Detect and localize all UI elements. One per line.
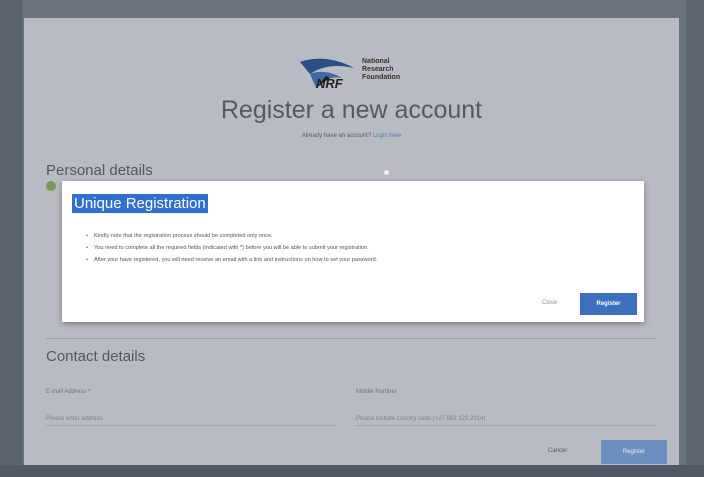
personal-details-heading: Personal details [46,162,153,179]
email-label: E-mail Address * [46,389,91,395]
mobile-label: Mobile Number [356,389,397,395]
unique-registration-modal: Unique Registration Kindly note that the… [62,181,644,322]
step-indicator [46,181,56,191]
login-link[interactable]: Login here [373,133,401,139]
mobile-field[interactable]: Please include country code (+27 882 123… [356,416,485,422]
list-item: After your have registered, you will nee… [86,254,377,266]
logo-name: National Research Foundation [362,58,401,81]
email-field[interactable]: Please enter address [46,416,103,422]
list-item: You need to complete all the required fi… [86,242,377,254]
modal-register-button[interactable]: Register [580,293,637,315]
contact-details-heading: Contact details [46,348,146,365]
modal-instructions: Kindly note that the registration proces… [86,230,377,266]
photo-edge-bottom [0,465,704,477]
modal-title: Unique Registration [72,194,208,213]
mobile-field-underline [356,425,656,426]
loading-dot [384,170,389,175]
nrf-logo: NRF National Research Foundation [296,54,426,98]
logo-abbreviation: NRF [316,76,343,91]
section-divider [46,338,657,339]
register-button[interactable]: Register [601,440,667,464]
photo-edge-right [686,0,704,477]
modal-close-button[interactable]: Close [542,300,557,306]
email-field-underline [46,425,336,426]
photo-edge-left [0,0,22,477]
cancel-button[interactable]: Cancel [548,448,567,454]
list-item: Kindly note that the registration proces… [86,230,377,242]
page-title: Register a new account [220,96,483,124]
login-prompt: Already have an account? [301,133,372,139]
page-subtitle: Already have an account? Login here [24,133,679,139]
